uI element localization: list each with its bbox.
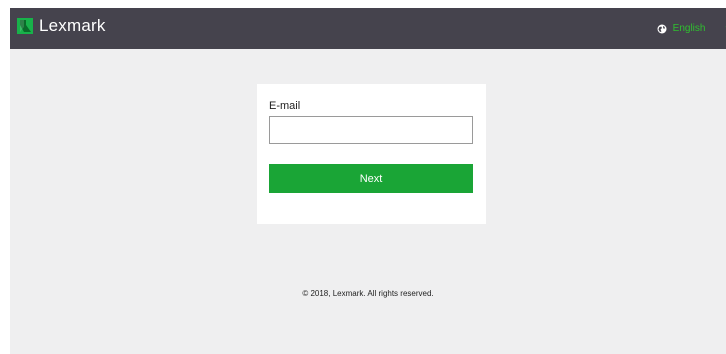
next-button[interactable]: Next: [269, 164, 473, 193]
brand-name: Lexmark: [39, 16, 106, 35]
copyright-text: © 2018, Lexmark. All rights reserved.: [302, 289, 434, 298]
language-selector[interactable]: English ▾: [657, 23, 726, 34]
email-label: E-mail: [269, 100, 301, 112]
globe-icon: [657, 24, 667, 33]
language-label: English: [672, 23, 706, 34]
lexmark-logo[interactable]: Lexmark: [17, 16, 106, 36]
email-field[interactable]: [269, 116, 473, 144]
page-frame: Lexmark English ▾ E-mail Next © 2018, Le…: [10, 8, 726, 354]
login-card: E-mail Next: [257, 84, 486, 224]
lexmark-logo-icon: [17, 18, 33, 34]
top-bar: Lexmark English ▾: [10, 8, 726, 49]
